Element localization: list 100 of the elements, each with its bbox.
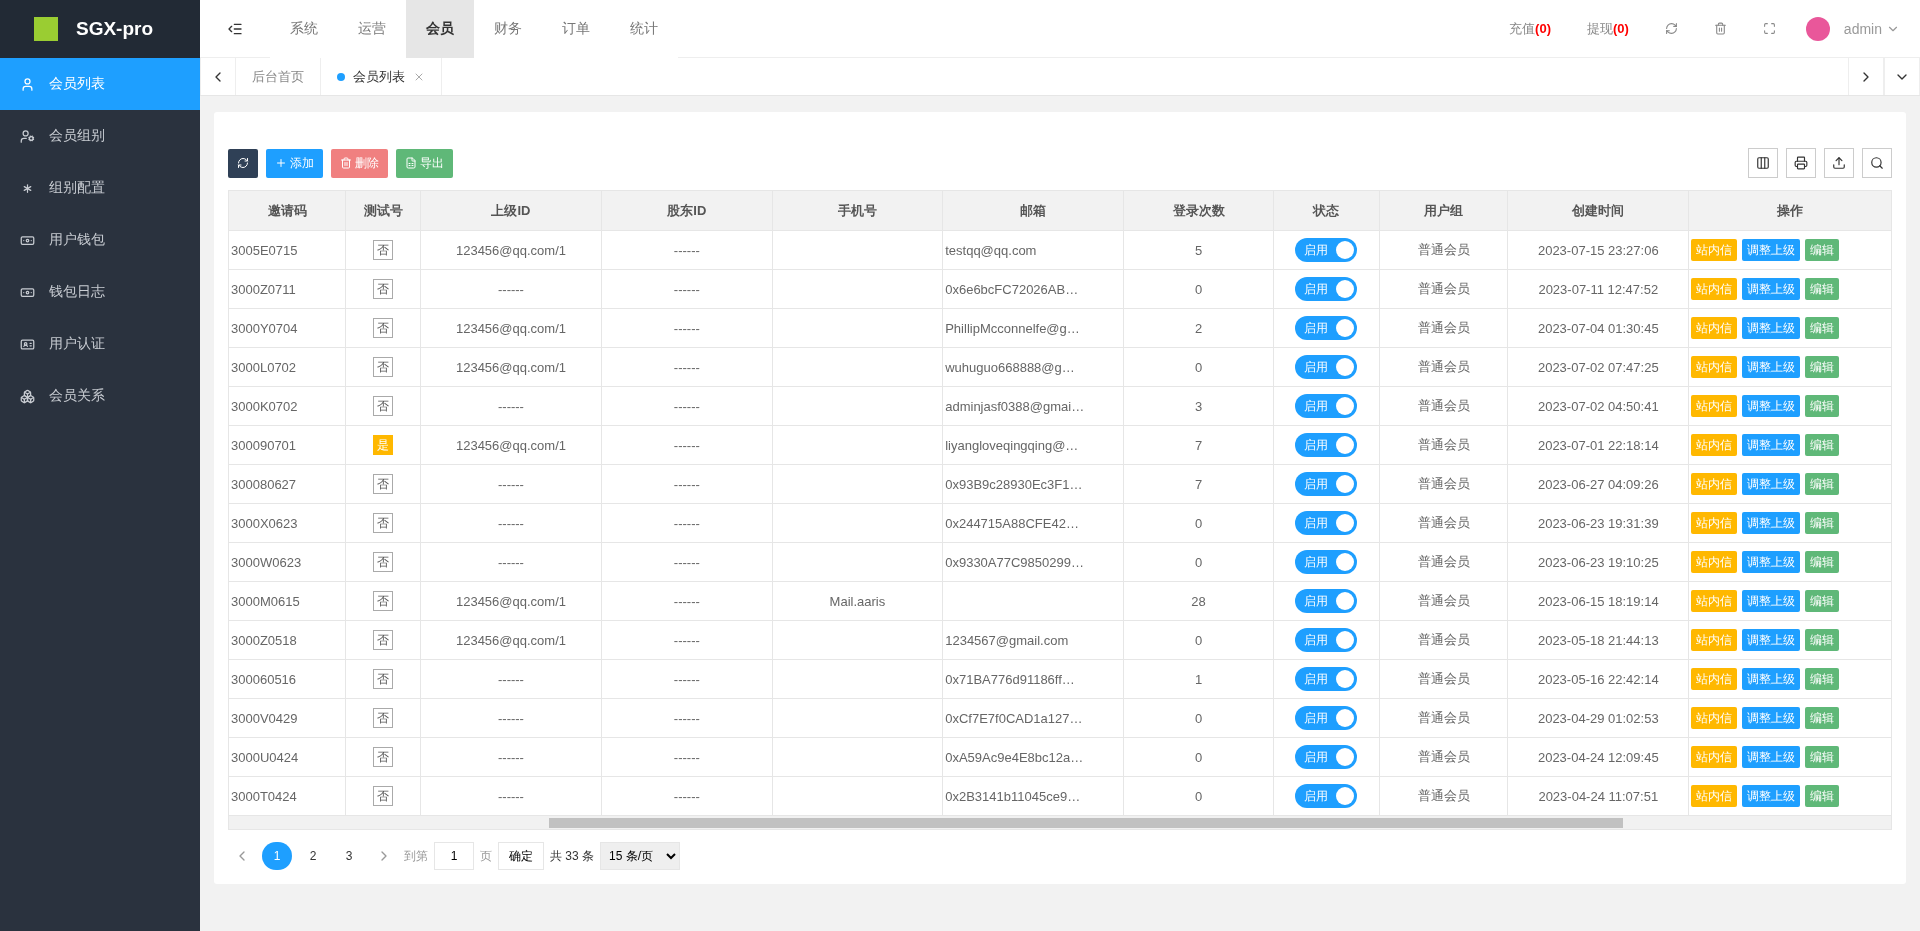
status-switch[interactable]: 启用 bbox=[1295, 355, 1358, 379]
action-button[interactable]: 编辑 bbox=[1805, 629, 1840, 651]
action-button[interactable]: 站内信 bbox=[1691, 707, 1738, 729]
status-switch[interactable]: 启用 bbox=[1295, 316, 1358, 340]
action-button[interactable]: 调整上级 bbox=[1742, 473, 1801, 495]
sidebar-item[interactable]: 用户认证 bbox=[0, 318, 200, 370]
action-button[interactable]: 调整上级 bbox=[1742, 629, 1801, 651]
status-switch[interactable]: 启用 bbox=[1295, 706, 1358, 730]
action-button[interactable]: 编辑 bbox=[1805, 473, 1840, 495]
action-button[interactable]: 调整上级 bbox=[1742, 239, 1801, 261]
action-button[interactable]: 编辑 bbox=[1805, 434, 1840, 456]
action-button[interactable]: 站内信 bbox=[1691, 317, 1738, 339]
action-button[interactable]: 站内信 bbox=[1691, 239, 1738, 261]
table-cell: 0 bbox=[1123, 698, 1274, 738]
action-button[interactable]: 调整上级 bbox=[1742, 785, 1801, 807]
action-button[interactable]: 编辑 bbox=[1805, 356, 1840, 378]
action-button[interactable]: 站内信 bbox=[1691, 746, 1738, 768]
action-button[interactable]: 站内信 bbox=[1691, 590, 1738, 612]
add-button[interactable]: 添加 bbox=[266, 148, 323, 178]
action-button[interactable]: 编辑 bbox=[1805, 785, 1840, 807]
export-button[interactable]: 导出 bbox=[396, 148, 453, 178]
user-gear-icon bbox=[20, 128, 35, 144]
status-switch[interactable]: 启用 bbox=[1295, 589, 1358, 613]
user-name[interactable]: admin bbox=[1843, 20, 1882, 37]
status-switch[interactable]: 启用 bbox=[1295, 238, 1358, 262]
status-switch[interactable]: 启用 bbox=[1295, 277, 1358, 301]
action-button[interactable]: 站内信 bbox=[1691, 785, 1738, 807]
action-button[interactable]: 编辑 bbox=[1805, 512, 1840, 534]
status-switch[interactable]: 启用 bbox=[1295, 511, 1358, 535]
page-input[interactable]: 1 bbox=[434, 842, 474, 870]
action-button[interactable]: 编辑 bbox=[1805, 278, 1840, 300]
test-tag: 否 bbox=[373, 552, 394, 572]
action-button[interactable]: 编辑 bbox=[1805, 746, 1840, 768]
action-button[interactable]: 调整上级 bbox=[1742, 434, 1801, 456]
table-cell: 0 bbox=[1123, 269, 1274, 309]
action-button[interactable]: 调整上级 bbox=[1742, 668, 1801, 690]
trash-icon[interactable] bbox=[1713, 22, 1727, 35]
action-button[interactable]: 编辑 bbox=[1805, 395, 1840, 417]
sidebar-item[interactable]: 组别配置 bbox=[0, 162, 200, 214]
sidebar-item[interactable]: 会员关系 bbox=[0, 370, 200, 422]
page-button[interactable]: 2 bbox=[298, 842, 328, 870]
action-button[interactable]: 站内信 bbox=[1691, 278, 1738, 300]
table-cell: ------ bbox=[420, 659, 602, 699]
confirm-button[interactable]: 确定 bbox=[498, 842, 544, 870]
action-button[interactable]: 调整上级 bbox=[1742, 512, 1801, 534]
action-button[interactable]: 站内信 bbox=[1691, 668, 1738, 690]
status-switch[interactable]: 启用 bbox=[1295, 433, 1358, 457]
action-button[interactable]: 调整上级 bbox=[1742, 707, 1801, 729]
fullscreen-icon[interactable] bbox=[1762, 22, 1776, 35]
action-button[interactable]: 站内信 bbox=[1691, 395, 1738, 417]
action-button[interactable]: 调整上级 bbox=[1742, 746, 1801, 768]
action-button[interactable]: 编辑 bbox=[1805, 590, 1840, 612]
search-button[interactable] bbox=[1862, 148, 1892, 178]
status-switch[interactable]: 启用 bbox=[1295, 784, 1358, 808]
sidebar-item[interactable]: 会员列表 bbox=[0, 58, 200, 110]
action-button[interactable]: 调整上级 bbox=[1742, 278, 1801, 300]
action-button[interactable]: 调整上级 bbox=[1742, 590, 1801, 612]
status-switch[interactable]: 启用 bbox=[1295, 745, 1358, 769]
scroll-right-button[interactable] bbox=[1848, 58, 1884, 95]
columns-button[interactable] bbox=[1748, 148, 1778, 178]
table-cell: ------ bbox=[601, 425, 773, 465]
action-button[interactable]: 调整上级 bbox=[1742, 356, 1801, 378]
action-button[interactable]: 站内信 bbox=[1691, 356, 1738, 378]
scroll-left-button[interactable] bbox=[200, 58, 236, 95]
sidebar-item[interactable]: 用户钱包 bbox=[0, 214, 200, 266]
status-switch[interactable]: 启用 bbox=[1295, 394, 1358, 418]
action-button[interactable]: 站内信 bbox=[1691, 629, 1738, 651]
action-button[interactable]: 编辑 bbox=[1805, 668, 1840, 690]
nav-tab[interactable]: 会员 bbox=[406, 0, 474, 58]
print-button[interactable] bbox=[1786, 148, 1816, 178]
refresh-icon[interactable] bbox=[1664, 22, 1678, 35]
horizontal-scrollbar[interactable] bbox=[228, 816, 1892, 830]
page-button[interactable]: 1 bbox=[262, 842, 292, 870]
page-size-select[interactable]: 15 条/页 bbox=[600, 842, 680, 870]
refresh-button[interactable] bbox=[228, 148, 258, 178]
page-button[interactable]: 3 bbox=[334, 842, 364, 870]
action-button[interactable]: 编辑 bbox=[1805, 551, 1840, 573]
action-button[interactable]: 编辑 bbox=[1805, 317, 1840, 339]
page-tab[interactable]: 后台首页 bbox=[236, 58, 321, 95]
sidebar-item[interactable]: 会员组别 bbox=[0, 110, 200, 162]
status-switch[interactable]: 启用 bbox=[1295, 550, 1358, 574]
withdraw-link[interactable]: 提现(0) bbox=[1586, 19, 1629, 38]
action-button[interactable]: 编辑 bbox=[1805, 239, 1840, 261]
status-switch[interactable]: 启用 bbox=[1295, 667, 1358, 691]
action-button[interactable]: 调整上级 bbox=[1742, 395, 1801, 417]
action-button[interactable]: 站内信 bbox=[1691, 512, 1738, 534]
action-button[interactable]: 站内信 bbox=[1691, 434, 1738, 456]
upload-button[interactable] bbox=[1824, 148, 1854, 178]
tabs-menu-button[interactable] bbox=[1884, 58, 1920, 95]
delete-button[interactable]: 删除 bbox=[331, 148, 388, 178]
page-tab[interactable]: 会员列表 bbox=[321, 58, 442, 95]
action-button[interactable]: 站内信 bbox=[1691, 551, 1738, 573]
status-switch[interactable]: 启用 bbox=[1295, 472, 1358, 496]
action-button[interactable]: 站内信 bbox=[1691, 473, 1738, 495]
status-switch[interactable]: 启用 bbox=[1295, 628, 1358, 652]
recharge-link[interactable]: 充值(0) bbox=[1509, 19, 1551, 38]
sidebar-item[interactable]: 钱包日志 bbox=[0, 266, 200, 318]
action-button[interactable]: 编辑 bbox=[1805, 707, 1840, 729]
action-button[interactable]: 调整上级 bbox=[1742, 551, 1801, 573]
action-button[interactable]: 调整上级 bbox=[1742, 317, 1801, 339]
